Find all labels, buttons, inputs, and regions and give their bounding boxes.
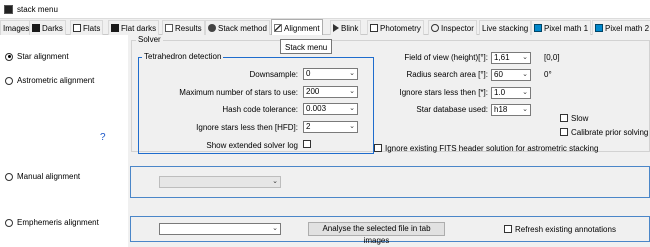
radio-emphemeris-alignment[interactable]: Emphemeris alignment	[5, 218, 99, 227]
tab-flat-darks[interactable]: Flat darks	[108, 20, 160, 35]
ignore-hfd-label: Ignore stars less then [HFD]:	[196, 123, 298, 132]
stars-icon	[274, 24, 282, 32]
fov-note: [0,0]	[544, 53, 560, 62]
solver-group-label: Solver	[136, 35, 163, 44]
app-icon	[4, 5, 13, 14]
radio-button[interactable]	[5, 218, 13, 227]
max-stars-label: Maximum number of stars to use:	[179, 88, 298, 97]
ignore-fits-label: Ignore existing FITS header solution for…	[385, 144, 599, 153]
calibrate-checkbox[interactable]	[560, 128, 568, 136]
slow-label: Slow	[571, 114, 589, 123]
photometry-icon	[370, 24, 378, 32]
max-stars-select[interactable]: 200 ⌄	[303, 86, 358, 98]
chevron-down-icon: ⌄	[522, 71, 528, 78]
radio-button[interactable]	[5, 172, 13, 181]
graph-icon	[534, 24, 542, 32]
tab-blink[interactable]: Blink	[330, 20, 362, 35]
document-icon	[165, 24, 173, 32]
refresh-annotations-label: Refresh existing annotations	[515, 225, 616, 234]
ephemeris-dropdown[interactable]: ⌄	[159, 223, 281, 235]
alignment-method-panel: Star alignment Astrometric alignment ? M…	[0, 35, 128, 247]
radius-note: 0°	[544, 70, 552, 79]
gear-icon	[208, 24, 216, 32]
ephemeris-alignment-panel: ⌄ Analyse the selected file in tab image…	[130, 216, 650, 245]
magnifier-icon	[431, 24, 439, 32]
slow-checkbox[interactable]	[560, 114, 568, 122]
ignore-mag-select[interactable]: 1.0 ⌄	[491, 87, 531, 99]
extended-log-checkbox[interactable]	[303, 140, 311, 148]
radio-button[interactable]	[5, 76, 13, 85]
tab-pixel-math-2[interactable]: Pixel math 2	[592, 20, 650, 35]
extended-log-label: Show extended solver log	[206, 141, 298, 150]
square-white-icon	[73, 24, 81, 32]
tab-darks[interactable]: Darks	[29, 20, 66, 35]
radio-star-alignment[interactable]: Star alignment	[5, 52, 69, 61]
radio-astrometric-alignment[interactable]: Astrometric alignment	[5, 76, 94, 85]
fov-select[interactable]: 1,61 ⌄	[491, 52, 531, 64]
hash-tolerance-select[interactable]: 0.003 ⌄	[303, 103, 358, 115]
tetrahedron-group-label: Tetrahedron detection	[142, 52, 224, 61]
tooltip: Stack menu	[280, 39, 333, 54]
ignore-fits-checkbox[interactable]	[374, 144, 382, 152]
chevron-down-icon: ⌄	[349, 123, 355, 130]
chevron-down-icon: ⌄	[349, 105, 355, 112]
graph-icon	[595, 24, 603, 32]
analyse-button[interactable]: Analyse the selected file in tab images	[308, 222, 445, 245]
calibrate-label: Calibrate prior solving	[571, 128, 649, 137]
database-select[interactable]: h18 ⌄	[491, 104, 531, 116]
radius-label: Radius search area [°]:	[406, 70, 488, 79]
radius-select[interactable]: 60 ⌄	[491, 69, 531, 81]
refresh-annotations-checkbox[interactable]	[504, 225, 512, 233]
tab-inspector[interactable]: Inspector	[428, 20, 477, 35]
manual-dropdown[interactable]: ⌄	[159, 176, 281, 188]
radio-button[interactable]	[5, 52, 13, 61]
manual-alignment-panel: ⌄	[130, 166, 650, 198]
ignore-mag-label: Ignore stars less then [*]:	[399, 88, 489, 97]
help-icon[interactable]: ?	[100, 132, 106, 143]
radio-manual-alignment[interactable]: Manual alignment	[5, 172, 80, 181]
chevron-down-icon: ⌄	[272, 178, 278, 185]
tab-results[interactable]: Results	[162, 20, 205, 35]
chevron-down-icon: ⌄	[522, 106, 528, 113]
tab-flats[interactable]: Flats	[70, 20, 104, 35]
alignment-settings: Solver Tetrahedron detection Downsample:…	[128, 35, 650, 247]
chevron-down-icon: ⌄	[349, 88, 355, 95]
tab-alignment[interactable]: Alignment	[271, 19, 323, 36]
chevron-down-icon: ⌄	[522, 89, 528, 96]
window-title: stack menu	[17, 5, 58, 14]
tab-photometry[interactable]: Photometry	[367, 20, 424, 35]
square-dark-icon	[111, 24, 119, 32]
database-label: Star database used:	[416, 105, 488, 114]
chevron-down-icon: ⌄	[522, 54, 528, 61]
title-bar: stack menu	[0, 0, 650, 19]
downsample-label: Downsample:	[249, 70, 298, 79]
tab-stack-method[interactable]: Stack method	[205, 20, 270, 35]
chevron-down-icon: ⌄	[349, 70, 355, 77]
chevron-down-icon: ⌄	[272, 225, 278, 232]
tab-live-stacking[interactable]: Live stacking	[479, 20, 532, 35]
hash-tolerance-label: Hash code tolerance:	[222, 105, 298, 114]
tab-images[interactable]: Images	[0, 20, 33, 35]
tab-bar: Images Darks Flats Flat darks Results St…	[0, 19, 650, 36]
ignore-hfd-select[interactable]: 2 ⌄	[303, 121, 358, 133]
square-dark-icon	[32, 24, 40, 32]
fov-label: Field of view (height)[°]:	[404, 53, 488, 62]
play-icon	[333, 24, 339, 32]
tab-pixel-math-1[interactable]: Pixel math 1	[531, 20, 592, 35]
downsample-select[interactable]: 0 ⌄	[303, 68, 358, 80]
